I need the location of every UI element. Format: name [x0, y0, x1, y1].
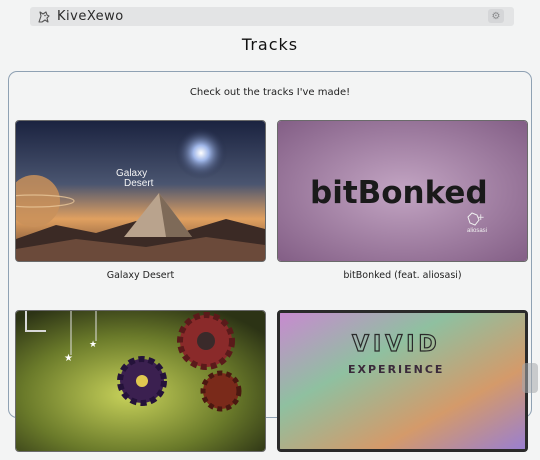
svg-text:★: ★ [89, 340, 97, 350]
track-card[interactable]: VIVID EXPERIENCE [277, 310, 528, 460]
top-bar: KiveXewo ⚙ [30, 7, 514, 26]
svg-text:★: ★ [64, 353, 73, 364]
artwork-text: bitBonked [310, 175, 488, 211]
intro-text: Check out the tracks I've made! [189, 87, 351, 98]
artwork-badge: aliosasi [467, 228, 487, 234]
settings-button[interactable]: ⚙ [488, 9, 504, 23]
track-title[interactable]: bitBonked (feat. aliosasi) [277, 270, 528, 281]
dragon-icon[interactable] [37, 10, 51, 24]
track-card[interactable]: ★ ★ [15, 310, 266, 460]
tracks-panel: Check out the tracks I've made! Galaxy D… [8, 71, 532, 452]
scrollbar-thumb[interactable] [522, 363, 538, 393]
track-title[interactable]: Galaxy Desert [15, 270, 266, 281]
track-artwork[interactable]: Galaxy Desert [15, 120, 266, 262]
track-artwork[interactable]: bitBonked + aliosasi [277, 120, 528, 262]
gear-icon: ⚙ [491, 10, 501, 22]
track-artwork[interactable]: ★ ★ [15, 310, 266, 452]
track-artwork[interactable]: VIVID EXPERIENCE [277, 310, 528, 452]
track-card[interactable]: bitBonked + aliosasi bitBonked (feat. al… [277, 120, 528, 281]
artwork-text: Desert [124, 178, 154, 189]
track-card[interactable]: Galaxy Desert Galaxy Desert [15, 120, 266, 281]
artwork-text: VIVID [352, 332, 441, 357]
plus-icon: + [477, 213, 485, 223]
brand-name[interactable]: KiveXewo [57, 9, 124, 24]
page-title: Tracks [241, 35, 299, 54]
artwork-text: EXPERIENCE [348, 363, 444, 376]
